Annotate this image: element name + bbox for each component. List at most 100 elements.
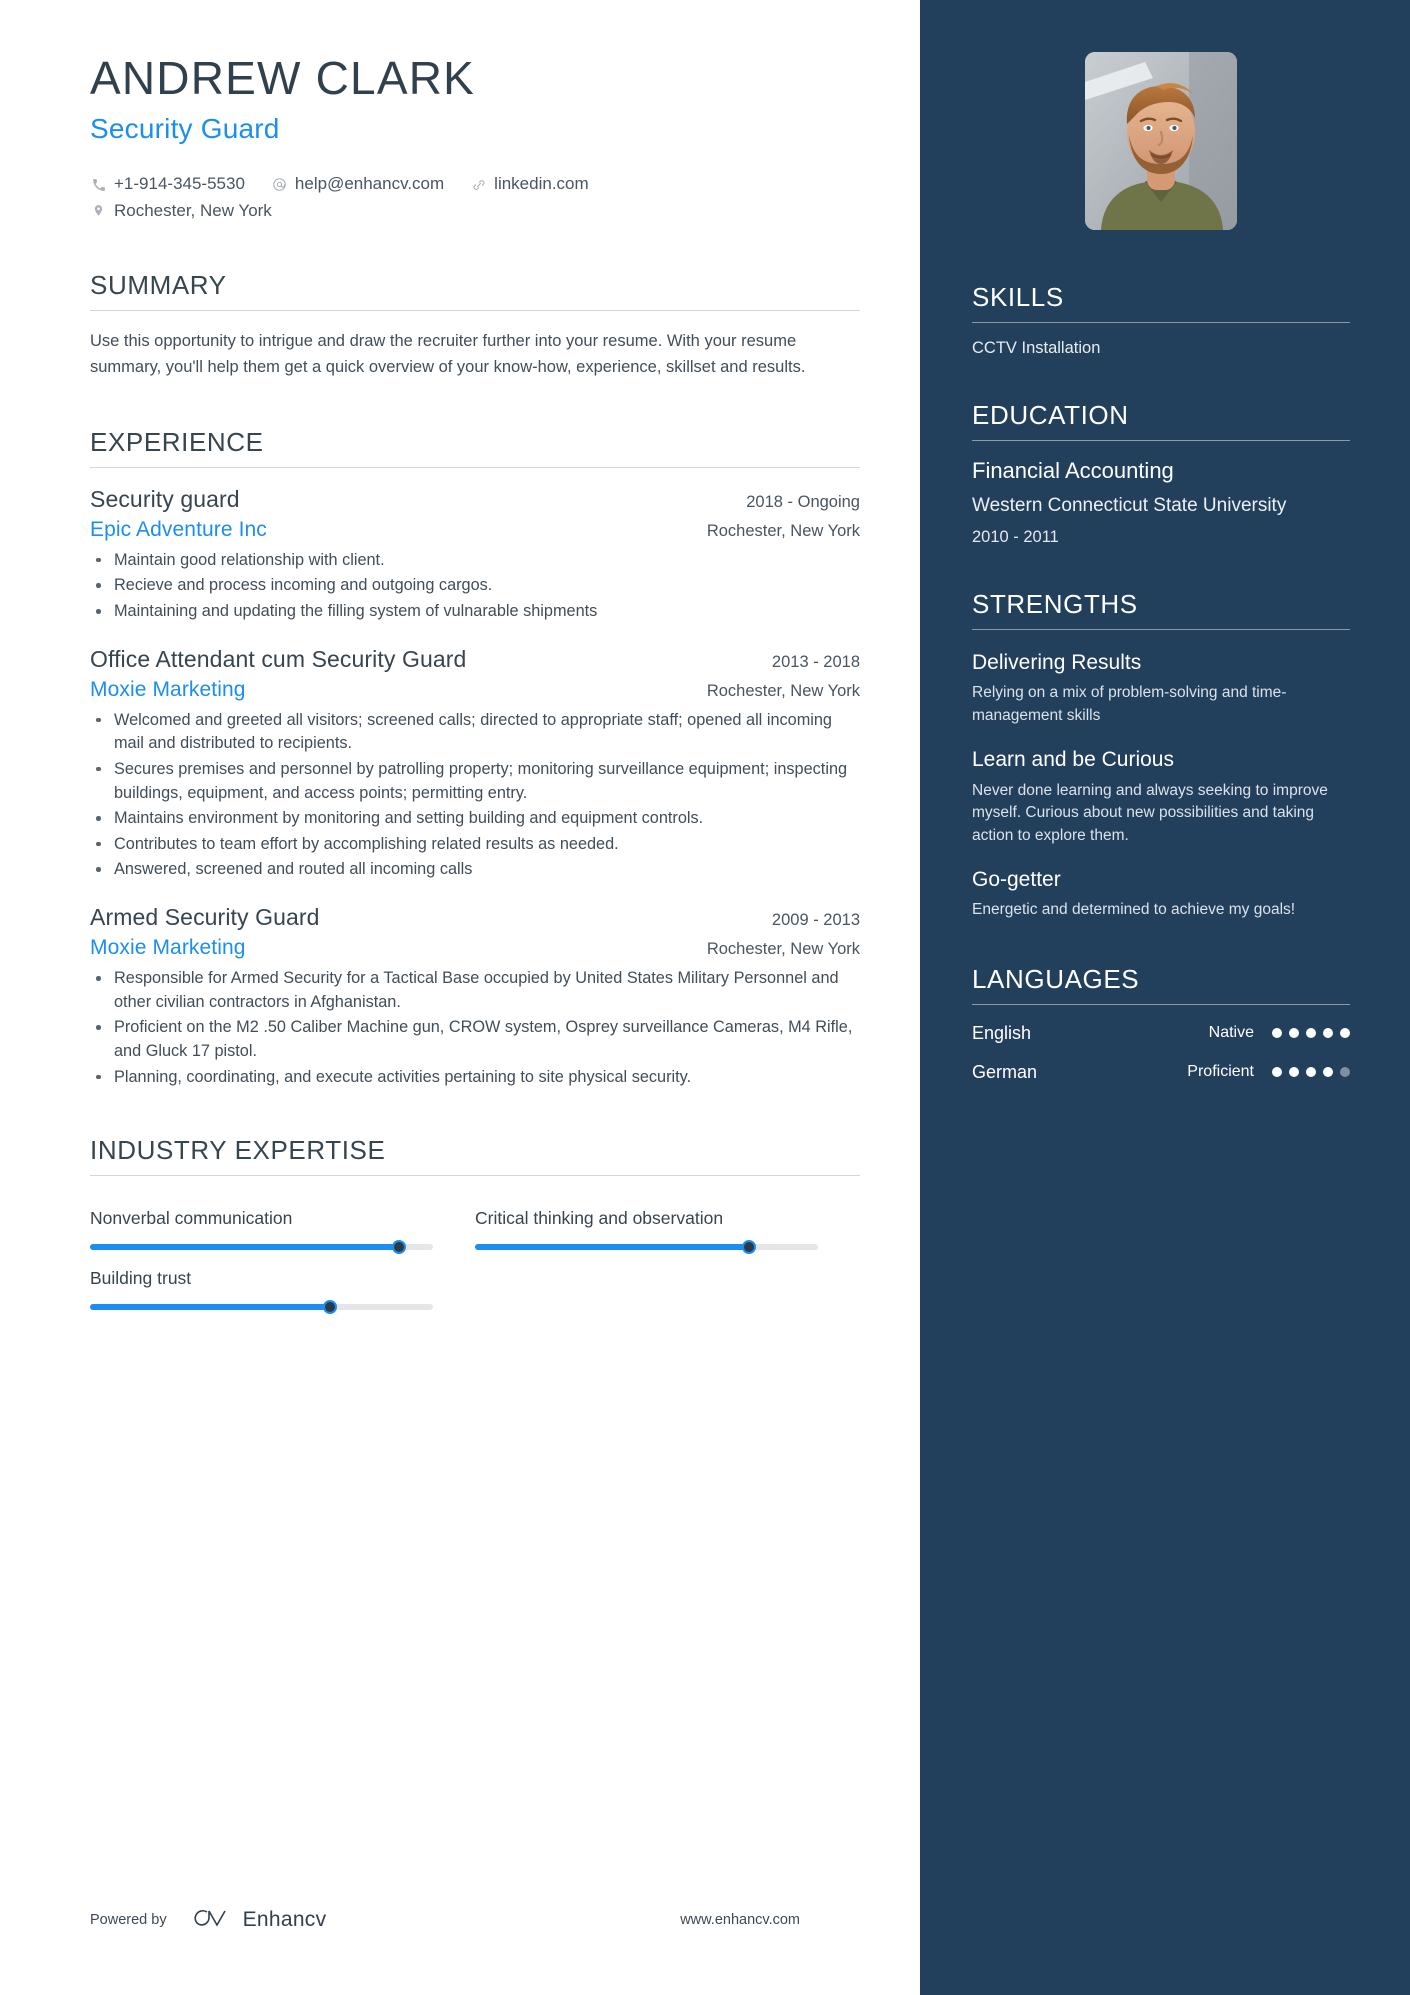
summary-divider (90, 310, 860, 312)
experience-bullets: Welcomed and greeted all visitors; scree… (90, 709, 860, 882)
experience-bullets: Maintain good relationship with client. R… (90, 549, 860, 624)
strength-title: Delivering Results (972, 651, 1142, 675)
avatar-portrait-icon (1085, 52, 1237, 230)
experience-item-subheader: Epic Adventure Inc Rochester, New York (90, 513, 860, 542)
enhancv-logo-icon (189, 1907, 233, 1933)
powered-by-block: Powered by Enhancv (90, 1907, 326, 1933)
expertise-grid: Nonverbal communication Critical thinkin… (90, 1190, 860, 1315)
contact-line-location: Rochester, New York (90, 198, 860, 224)
languages-divider (972, 1003, 1350, 1005)
language-rating (1272, 1028, 1350, 1039)
experience-company[interactable]: Epic Adventure Inc (90, 518, 267, 542)
experience-bullet: Maintains environment by monitoring and … (90, 807, 860, 831)
experience-item-header: Security guard 2018 - Ongoing (90, 486, 860, 513)
expertise-item: Critical thinking and observation (475, 1208, 860, 1255)
language-level: Proficient (1187, 1063, 1254, 1081)
expertise-slider-knob[interactable] (742, 1240, 757, 1255)
language-item: German Proficient (972, 1062, 1350, 1083)
experience-bullet: Proficient on the M2 .50 Caliber Machine… (90, 1016, 860, 1063)
summary-text: Use this opportunity to intrigue and dra… (90, 332, 806, 377)
experience-location: Rochester, New York (706, 681, 860, 700)
expertise-item: Building trust (90, 1268, 475, 1315)
experience-role: Armed Security Guard (90, 904, 320, 931)
expertise-slider-fill (475, 1244, 750, 1251)
summary-heading: SUMMARY (90, 270, 227, 301)
experience-bullet: Answered, screened and routed all incomi… (90, 858, 860, 882)
strengths-divider (972, 629, 1350, 631)
experience-date: 2013 - 2018 (771, 652, 860, 671)
experience-location: Rochester, New York (706, 521, 860, 540)
experience-role: Security guard (90, 485, 240, 512)
education-heading: EDUCATION (972, 400, 1129, 430)
experience-bullet: Recieve and process incoming and outgoin… (90, 574, 860, 598)
contact-link-text: linkedin.com (494, 174, 589, 194)
expertise-label: Building trust (90, 1268, 192, 1289)
enhancv-brand-name: Enhancv (242, 1908, 327, 1931)
footer-url[interactable]: www.enhancv.com (680, 1912, 800, 1928)
sidebar: SKILLS CCTV Installation EDUCATION Finan… (920, 0, 1410, 1995)
expertise-slider-knob[interactable] (391, 1240, 406, 1255)
experience-item-subheader: Moxie Marketing Rochester, New York (90, 673, 860, 702)
language-dot (1340, 1067, 1350, 1078)
language-dot (1323, 1067, 1333, 1078)
strength-description: Never done learning and always seeking t… (972, 781, 1328, 844)
language-dot (1306, 1028, 1316, 1039)
skills-divider (972, 322, 1350, 323)
experience-item: Armed Security Guard 2009 - 2013 Moxie M… (90, 904, 860, 1089)
language-dot (1340, 1028, 1350, 1039)
education-degree: Financial Accounting (972, 458, 1174, 483)
section-experience: EXPERIENCE Security guard 2018 - Ongoing… (90, 427, 860, 1089)
expertise-slider[interactable] (90, 1300, 433, 1315)
experience-item: Office Attendant cum Security Guard 2013… (90, 646, 860, 882)
location-pin-icon (90, 203, 107, 218)
expertise-slider-knob[interactable] (323, 1300, 338, 1315)
experience-company[interactable]: Moxie Marketing (90, 936, 246, 960)
experience-date: 2009 - 2013 (771, 911, 860, 930)
section-industry-expertise: INDUSTRY EXPERTISE Nonverbal communicati… (90, 1135, 860, 1315)
job-title: Security Guard (90, 112, 280, 144)
section-skills: SKILLS CCTV Installation (972, 282, 1350, 358)
language-level: Native (1208, 1024, 1254, 1042)
experience-company[interactable]: Moxie Marketing (90, 678, 246, 702)
section-languages: LANGUAGES English Native German Proficie… (972, 964, 1350, 1083)
expertise-label: Critical thinking and observation (475, 1208, 724, 1229)
contact-line-primary: +1-914-345-5530 help@enhancv.com linkedi… (90, 171, 860, 198)
contact-email[interactable]: help@enhancv.com (271, 171, 444, 197)
strength-item: Delivering Results Relying on a mix of p… (972, 650, 1350, 727)
contact-link[interactable]: linkedin.com (470, 171, 589, 197)
industry-expertise-heading: INDUSTRY EXPERTISE (90, 1135, 386, 1166)
experience-role: Office Attendant cum Security Guard (90, 645, 467, 672)
expertise-slider[interactable] (90, 1240, 433, 1255)
strength-item: Learn and be Curious Never done learning… (972, 747, 1350, 847)
experience-list: Security guard 2018 - Ongoing Epic Adven… (90, 486, 860, 1089)
education-divider (972, 440, 1350, 441)
languages-heading: LANGUAGES (972, 963, 1140, 994)
contact-location: Rochester, New York (90, 198, 272, 224)
experience-bullet: Secures premises and personnel by patrol… (90, 758, 860, 805)
expertise-slider[interactable] (475, 1240, 818, 1255)
main-column: ANDREW CLARK Security Guard +1-914-345-5… (0, 0, 920, 1995)
strength-title: Go-getter (972, 868, 1061, 892)
language-dot (1272, 1067, 1282, 1078)
experience-bullet: Contributes to team effort by accomplish… (90, 833, 860, 857)
skills-list: CCTV Installation (972, 339, 1350, 358)
experience-item-header: Armed Security Guard 2009 - 2013 (90, 904, 860, 931)
header: ANDREW CLARK Security Guard +1-914-345-5… (90, 52, 860, 224)
contact-email-text: help@enhancv.com (294, 173, 445, 193)
section-education: EDUCATION Financial Accounting Western C… (972, 400, 1350, 547)
email-icon (271, 177, 288, 192)
expertise-slider-fill (90, 1244, 399, 1251)
experience-divider (90, 466, 860, 468)
experience-location: Rochester, New York (706, 940, 860, 959)
contact-phone-text: +1-914-345-5530 (114, 174, 245, 194)
language-name: German (972, 1061, 1038, 1082)
language-dot (1289, 1067, 1299, 1078)
experience-date: 2018 - Ongoing (746, 492, 860, 511)
contact-phone[interactable]: +1-914-345-5530 (90, 171, 245, 197)
strength-description: Energetic and determined to achieve my g… (972, 901, 1296, 919)
education-school: Western Connecticut State University (972, 494, 1287, 516)
language-rating (1272, 1067, 1350, 1078)
strengths-list: Delivering Results Relying on a mix of p… (972, 650, 1350, 922)
expertise-item: Nonverbal communication (90, 1208, 475, 1255)
expertise-label: Nonverbal communication (90, 1208, 293, 1229)
